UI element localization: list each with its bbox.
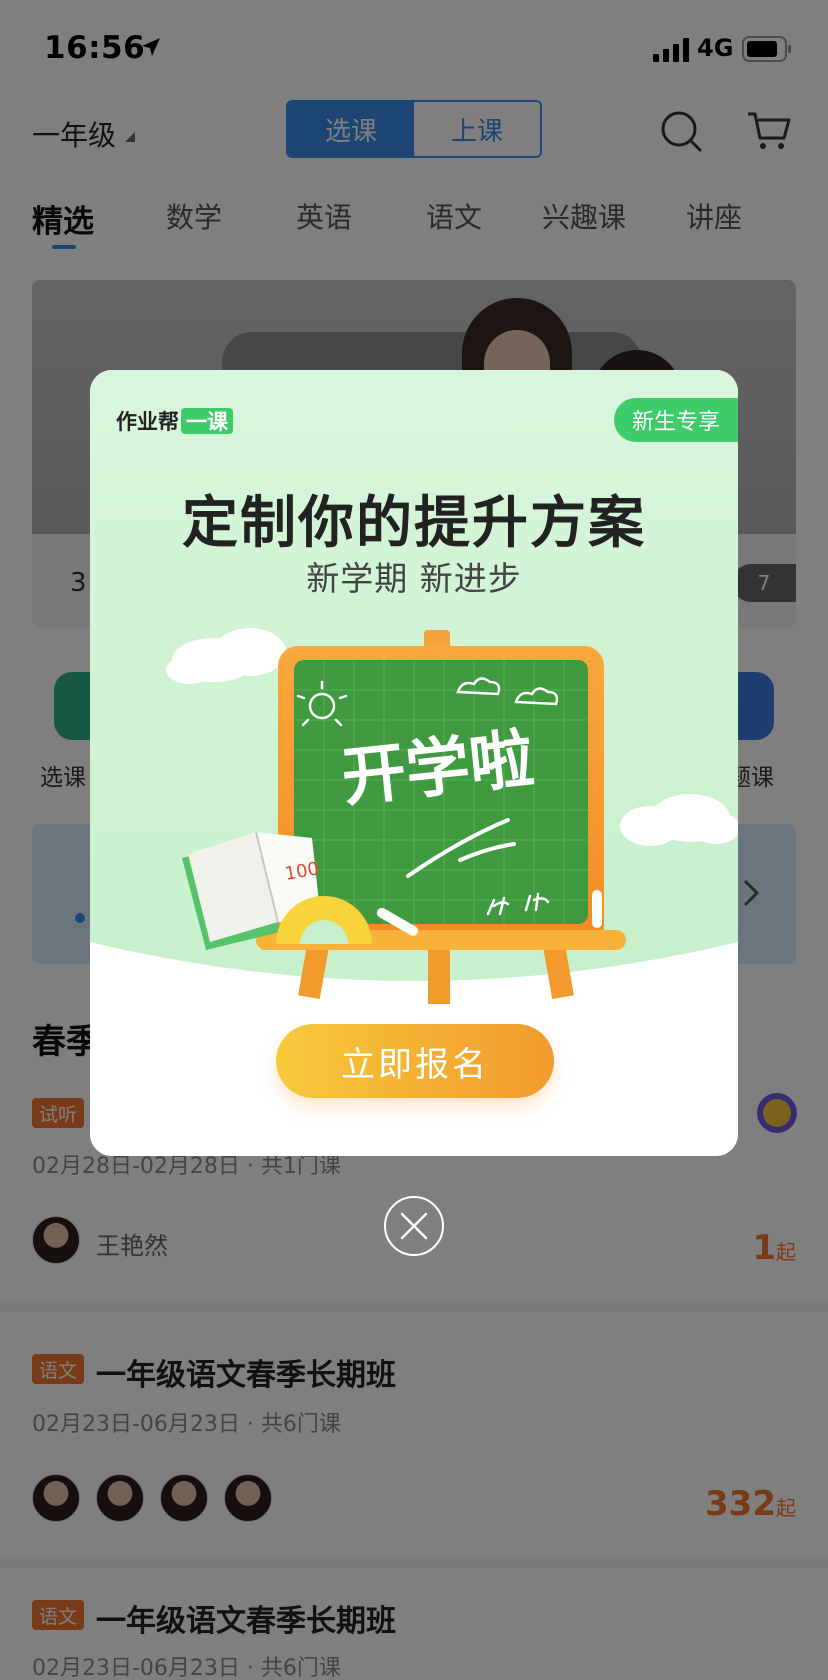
popup-title: 定制你的提升方案 (182, 491, 646, 556)
brand-suffix: 一课 (181, 408, 233, 434)
app-screen: 16:56 4G 一年级 选课 上课 (0, 0, 828, 1680)
new-student-badge: 新生专享 (614, 398, 738, 442)
brand-logo: 作业帮 一课 (116, 406, 233, 436)
enroll-now-button[interactable]: 立即报名 (276, 1024, 554, 1098)
popup-subtitle: 新学期 新进步 (306, 559, 522, 598)
brand-name: 作业帮 (116, 410, 179, 434)
popup-close-button[interactable] (384, 1196, 444, 1256)
promo-popup: 开学啦 100 作业帮 一课 新生专享 定制你的提升方案 新学期 新进步 立即报… (90, 370, 738, 1156)
close-icon (400, 1212, 428, 1240)
